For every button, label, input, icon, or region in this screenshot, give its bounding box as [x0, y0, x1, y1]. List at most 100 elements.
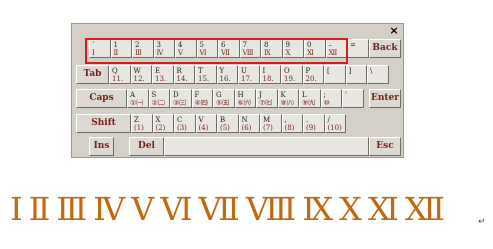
key-row1-6[interactable]: 6Ⅶ [218, 39, 240, 58]
key-row4-8[interactable]: . (9) [303, 114, 325, 133]
key-symbol-char: (1) [134, 124, 144, 132]
key-row2-8[interactable]: O 19. [281, 65, 303, 84]
roman-numeral-2: Ⅱ [28, 190, 51, 228]
key-row4-4[interactable]: B (5) [217, 114, 239, 133]
key-row2-5[interactable]: Y 16. [216, 65, 238, 84]
key-symbol-char: ⑥㈥ [237, 99, 251, 107]
key-row1-8[interactable]: 8Ⅸ [261, 39, 283, 58]
key-symbol-char: 17. [241, 75, 253, 83]
key-primary-char: 2 [135, 41, 140, 49]
esc-key[interactable]: Esc [369, 137, 401, 156]
key-symbol-char: (5) [220, 124, 230, 132]
tab-key[interactable]: Tab [76, 65, 109, 84]
key-primary-char: 4 [178, 41, 183, 49]
key-primary-char: Y [219, 67, 225, 75]
key-row1-1[interactable]: 1Ⅱ [110, 39, 132, 58]
key-row4-2[interactable]: C (3) [174, 114, 196, 133]
key-row2-10[interactable]: [ [324, 65, 346, 84]
key-row1-2[interactable]: 2Ⅲ [132, 39, 154, 58]
key-row3-5[interactable]: H ⑥㈥ [234, 89, 256, 108]
key-row1-10[interactable]: 0Ⅺ [304, 39, 326, 58]
key-row3-0[interactable]: A ①㈠ [127, 89, 149, 108]
key-symbol-char: Ⅲ [135, 49, 142, 57]
key-row2-6[interactable]: U 17. [238, 65, 260, 84]
key-symbol-char: 11. [112, 75, 124, 83]
key-symbol-char: Ⅸ [264, 49, 271, 57]
key-primary-char: D [173, 91, 179, 99]
key-row4-9[interactable]: / (10) [324, 114, 346, 133]
key-primary-char: – [328, 41, 333, 49]
key-row4-1[interactable]: X (2) [152, 114, 174, 133]
key-symbol-char: Ⅴ [178, 49, 184, 57]
key-symbol-char: 19. [284, 75, 296, 83]
key-primary-char: U [241, 67, 247, 75]
key-row3-8[interactable]: L ⑨㈨ [299, 89, 321, 108]
roman-numeral-4: Ⅳ [93, 190, 125, 228]
key-symbol-char: (4) [198, 124, 209, 132]
key-row2-0[interactable]: Q 11. [109, 65, 131, 84]
key-primary-char: [ [327, 67, 330, 75]
backspace-key[interactable]: Back [369, 39, 401, 58]
key-symbol-char: ①㈠ [130, 99, 144, 107]
key-symbol-char: Ⅻ [328, 49, 338, 57]
key-row4-7[interactable]: , (8) [281, 114, 303, 133]
key-row1-7[interactable]: 7Ⅷ [239, 39, 261, 58]
caps-key[interactable]: Caps [76, 89, 127, 108]
roman-numeral-6: Ⅵ [160, 190, 192, 228]
key-primary-char: 9 [285, 41, 290, 49]
key-symbol-char: Ⅱ [113, 49, 119, 57]
key-symbol-char: Ⅺ [307, 49, 314, 57]
key-row3-3[interactable]: F ④㈣ [191, 89, 213, 108]
key-row3-2[interactable]: D ③㈢ [170, 89, 192, 108]
key-row1-5[interactable]: 5Ⅵ [196, 39, 218, 58]
key-primary-char: \ [370, 67, 373, 75]
shift-key[interactable]: Shift [76, 114, 131, 133]
key-symbol-char: 18. [262, 75, 274, 83]
key-row4-6[interactable]: M (7) [260, 114, 282, 133]
ins-key[interactable]: Ins [89, 137, 114, 156]
key-row1-4[interactable]: 4Ⅴ [175, 39, 197, 58]
key-row1-12[interactable]: = [347, 39, 369, 58]
enter-key[interactable]: Enter [369, 89, 401, 108]
key-primary-char: F [194, 91, 200, 99]
key-row2-12[interactable]: \ [367, 65, 389, 84]
key-primary-char: H [237, 91, 244, 99]
key-primary-char: N [241, 116, 248, 124]
key-row4-3[interactable]: V (4) [195, 114, 217, 133]
key-row2-2[interactable]: E 13. [152, 65, 174, 84]
key-row2-11[interactable]: ] [345, 65, 367, 84]
key-primary-char: E [155, 67, 161, 75]
key-row1-9[interactable]: 9Ⅹ [282, 39, 304, 58]
key-row3-10[interactable]: ' [342, 89, 364, 108]
key-row3-7[interactable]: K ⑧㈧ [277, 89, 299, 108]
key-primary-char: K [280, 91, 286, 99]
key-row4-0[interactable]: Z (1) [131, 114, 153, 133]
key-row2-9[interactable]: P 20. [302, 65, 324, 84]
key-row2-7[interactable]: I 18. [259, 65, 281, 84]
key-row3-4[interactable]: G ⑤㈤ [213, 89, 235, 108]
key-row3-6[interactable]: J ⑦㈦ [256, 89, 278, 108]
space-key[interactable] [164, 137, 369, 156]
close-icon[interactable]: × [388, 25, 400, 36]
paragraph-return-mark: ↵ [478, 216, 486, 226]
key-row2-1[interactable]: W 12. [130, 65, 152, 84]
key-row1-0[interactable]: ` Ⅰ [89, 39, 111, 58]
key-primary-char: 5 [199, 41, 204, 49]
key-symbol-char: 13. [155, 75, 167, 83]
key-symbol-char: 12. [133, 75, 145, 83]
del-key[interactable]: Del [129, 137, 164, 156]
soft-keyboard-panel: × ` Ⅰ 1 Ⅱ 2 Ⅲ 3 Ⅳ 4 Ⅴ 5 Ⅵ 6 Ⅶ 7 Ⅷ 8 Ⅸ 9 Ⅹ 0 Ⅺ – Ⅻ = Back Tab Q 11… [71, 23, 404, 158]
key-row1-3[interactable]: 3Ⅳ [153, 39, 175, 58]
key-row1-11[interactable]: – Ⅻ [325, 39, 347, 58]
key-symbol-char: ⑦㈦ [259, 99, 273, 107]
key-primary-char: X [155, 116, 161, 124]
key-row2-4[interactable]: T 15. [195, 65, 217, 84]
key-row2-3[interactable]: R 14. [173, 65, 195, 84]
roman-numeral-8: Ⅷ [245, 190, 296, 228]
key-primary-char: B [220, 116, 226, 124]
key-primary-char: , [284, 116, 287, 124]
key-row4-5[interactable]: N (6) [238, 114, 260, 133]
key-row3-9[interactable]: ; ⑩ [320, 89, 342, 108]
key-row3-1[interactable]: S ②㈡ [148, 89, 170, 108]
key-primary-char: 7 [242, 41, 247, 49]
